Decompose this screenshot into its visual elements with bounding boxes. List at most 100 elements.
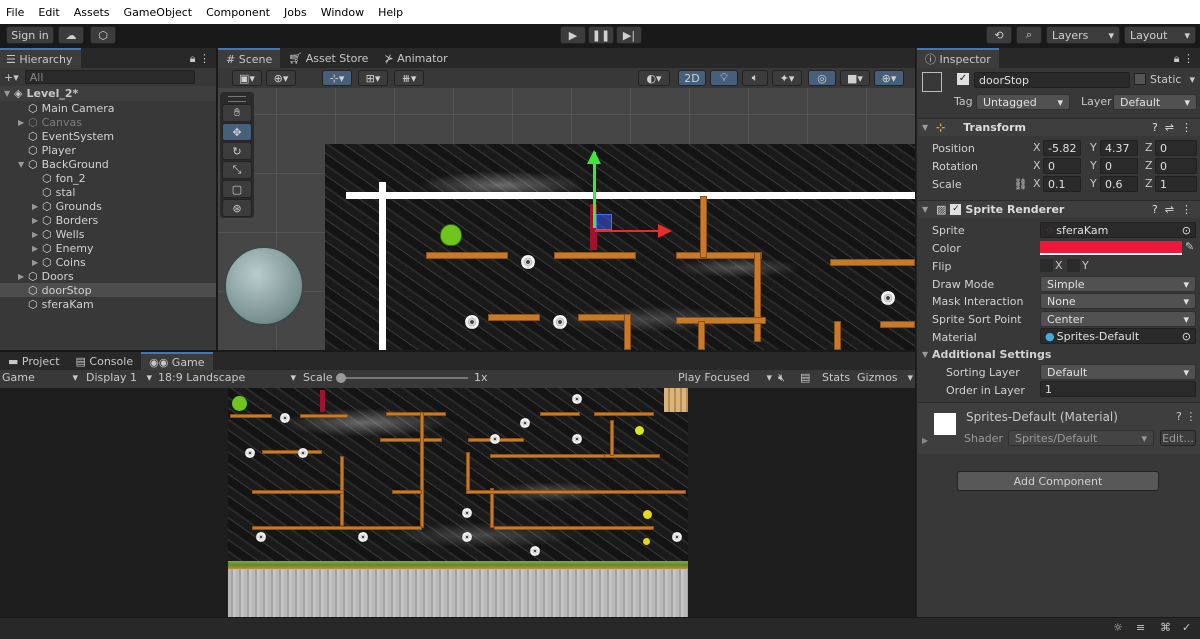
hierarchy-item[interactable]: ▶ ⬡ Coins (0, 255, 216, 269)
gizmos-dropdown[interactable]: Gizmos ▾ (857, 371, 913, 384)
sprite-renderer-header[interactable]: ▼ ▨ ✓ Sprite Renderer ? ⇌ ⋮ (918, 200, 1200, 218)
hierarchy-item[interactable]: ▶ ⬡ Grounds (0, 199, 216, 213)
scale-slider[interactable] (336, 373, 468, 383)
hand-tool-icon[interactable]: ✋︎ (222, 104, 252, 122)
effects-icon[interactable]: ✦▾ (772, 70, 802, 86)
flip-y-checkbox[interactable] (1067, 259, 1080, 272)
material-picker-icon[interactable]: ⊙ (1182, 330, 1191, 343)
transform-px-field[interactable]: -5.82 (1043, 140, 1081, 156)
audio-icon[interactable]: 🔈︎ (742, 70, 768, 86)
add-icon[interactable]: +▾ (4, 71, 19, 84)
tab-game[interactable]: ◉◉ Game (141, 352, 213, 370)
stats-button[interactable]: Stats (822, 371, 850, 384)
2d-toggle[interactable]: 2D (678, 70, 706, 86)
tab-scene[interactable]: # Scene (218, 48, 281, 68)
tab-console[interactable]: ▤ Console (68, 352, 142, 370)
foldout-icon[interactable]: ▶ (32, 244, 42, 253)
hierarchy-item[interactable]: ⬡ fon_2 (0, 171, 216, 185)
game-viewport[interactable] (0, 388, 915, 617)
bug-icon[interactable]: ☼ (1113, 621, 1123, 634)
sprite-field[interactable]: ⁘ sferaKam ⊙ (1040, 222, 1196, 238)
layout-dropdown[interactable]: Layout ▾ (1124, 26, 1196, 44)
color-swatch[interactable] (1040, 241, 1182, 255)
hierarchy-item[interactable]: ⬡ stal (0, 185, 216, 199)
mute-audio-icon[interactable]: 🔇︎ (778, 371, 785, 385)
additional-settings-foldout[interactable]: ▼ Additional Settings (922, 346, 1051, 362)
edit-shader-button[interactable]: Edit... (1160, 430, 1196, 446)
draw-mode-icon[interactable]: ▣▾ (232, 70, 262, 86)
mask-interaction-dropdown[interactable]: None ▾ (1040, 293, 1196, 309)
hierarchy-item[interactable]: ▶ ⬡ Doors (0, 269, 216, 283)
material-foldout-icon[interactable]: ▶ (922, 436, 928, 445)
increment-snap-icon[interactable]: ⧻▾ (394, 70, 424, 86)
move-gizmo-plane[interactable] (596, 214, 612, 230)
step-button[interactable]: ▶| (616, 26, 642, 44)
cloud-icon[interactable]: ☁ (58, 26, 84, 44)
menu-file[interactable]: File (6, 6, 24, 19)
add-component-button[interactable]: Add Component (957, 471, 1159, 491)
foldout-icon[interactable]: ▶ (18, 272, 28, 281)
hierarchy-item[interactable]: ⬡ sferaKam (0, 297, 216, 311)
lock-icon[interactable]: 🔒︎ ⋮ (184, 48, 216, 68)
grid-snap-icon[interactable]: ⊞▾ (358, 70, 388, 86)
globe-icon[interactable]: ⊕▾ (266, 70, 296, 86)
network-icon[interactable]: ⌘ (1160, 621, 1171, 634)
transform-ry-field[interactable]: 0 (1100, 158, 1138, 174)
menu-help[interactable]: Help (378, 6, 403, 19)
active-checkbox[interactable]: ✓ (957, 73, 969, 85)
eyedropper-icon[interactable]: ✎ (1185, 240, 1194, 253)
transform-tool-icon[interactable]: ⊛ (222, 199, 252, 217)
sort-point-dropdown[interactable]: Center ▾ (1040, 311, 1196, 327)
material-field[interactable]: ● Sprites-Default ⊙ (1040, 328, 1196, 344)
pause-button[interactable]: ❚❚ (588, 26, 614, 44)
tab-inspector[interactable]: ⓘ Inspector (917, 48, 999, 68)
foldout-icon[interactable]: ▶ (32, 202, 42, 211)
scale-slider-thumb[interactable] (336, 373, 346, 383)
foldout-icon[interactable]: ▶ (32, 230, 42, 239)
transform-rz-field[interactable]: 0 (1155, 158, 1197, 174)
sprite-renderer-menu-icon[interactable]: ? ⇌ ⋮ (1152, 203, 1192, 216)
layers-dropdown[interactable]: Layers ▾ (1046, 26, 1120, 44)
foldout-icon[interactable]: ▶ (32, 216, 42, 225)
order-in-layer-field[interactable]: 1 (1040, 381, 1196, 397)
vsync-icon[interactable]: ▤ (800, 371, 810, 384)
foldout-icon[interactable]: ▼ (18, 160, 28, 169)
camera-icon[interactable]: ■▾ (840, 70, 870, 86)
menu-component[interactable]: Component (206, 6, 270, 19)
static-checkbox[interactable] (1134, 73, 1146, 85)
display-dropdown[interactable]: Display 1 ▾ (86, 371, 152, 384)
rect-tool-icon[interactable]: ▢ (222, 180, 252, 198)
transform-header[interactable]: ▼ ⊹ Transform ? ⇌ ⋮ (918, 118, 1200, 136)
layer-dropdown[interactable]: Default ▾ (1113, 94, 1197, 110)
transform-rx-field[interactable]: 0 (1043, 158, 1081, 174)
transform-sx-field[interactable]: 0.1 (1043, 176, 1081, 192)
pivot-icon[interactable]: ⊹▾ (322, 70, 352, 86)
play-focused-dropdown[interactable]: Play Focused ▾ (678, 371, 772, 384)
component-menu-icon[interactable]: ? ⇌ ⋮ (1152, 121, 1192, 134)
hierarchy-item[interactable]: ⬡ doorStop (0, 283, 216, 297)
scene-viewport[interactable]: ✋︎ ✥ ↻ ⤡ ▢ ⊛ (218, 88, 915, 350)
transform-sy-field[interactable]: 0.6 (1100, 176, 1138, 192)
hierarchy-search-input[interactable]: All (24, 70, 195, 84)
constrain-scale-icon[interactable]: ⛓︎ (1014, 178, 1028, 191)
sprite-renderer-enabled-checkbox[interactable]: ✓ (950, 204, 962, 215)
hierarchy-item[interactable]: ▶ ⬡ Wells (0, 227, 216, 241)
collab-icon[interactable]: ⬡ (90, 26, 116, 44)
tag-dropdown[interactable]: Untagged ▾ (976, 94, 1070, 110)
material-card-menu-icon[interactable]: ? ⋮ (1176, 410, 1196, 423)
hierarchy-item[interactable]: ▶ ⬡ Enemy (0, 241, 216, 255)
tab-project[interactable]: ▬ Project (0, 352, 68, 370)
transform-py-field[interactable]: 4.37 (1100, 140, 1138, 156)
move-tool-icon[interactable]: ✥ (222, 123, 252, 141)
menu-jobs[interactable]: Jobs (284, 6, 307, 19)
foldout-icon[interactable]: ▶ (32, 258, 42, 267)
play-button[interactable]: ▶ (560, 26, 586, 44)
check-icon[interactable]: ✓ (1182, 621, 1191, 634)
transform-sz-field[interactable]: 1 (1155, 176, 1197, 192)
tab-animator[interactable]: ⊁ Animator (376, 48, 455, 68)
hierarchy-item[interactable]: ▶ ⬡ Canvas (0, 115, 216, 129)
hierarchy-item[interactable]: ▶ ⬡ Borders (0, 213, 216, 227)
hidden-objects-icon[interactable]: ◎ (808, 70, 836, 86)
flip-x-checkbox[interactable] (1040, 259, 1053, 272)
tab-asset-store[interactable]: 🛒︎ Asset Store (280, 48, 376, 68)
